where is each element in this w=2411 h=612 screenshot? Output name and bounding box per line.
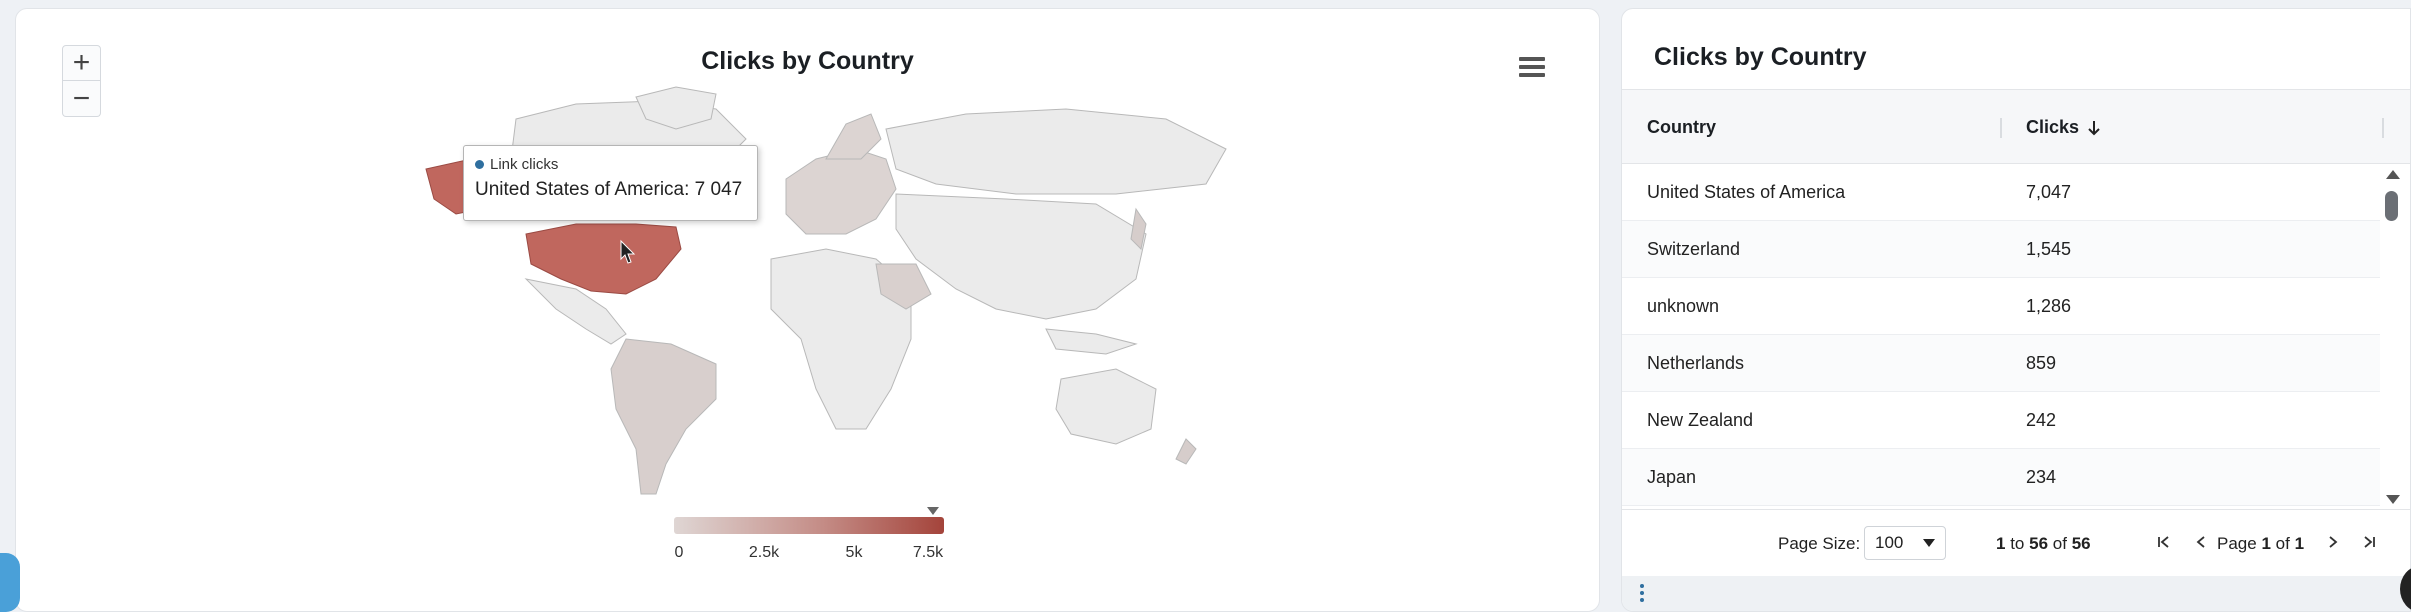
legend-marker-icon (927, 507, 939, 515)
cell-clicks: 1,545 (2026, 239, 2072, 259)
table-header: Country Clicks (1622, 89, 2410, 164)
page-size-label: Page Size: (1778, 534, 1861, 553)
cell-country: Japan (1647, 467, 1697, 487)
scroll-thumb[interactable] (2385, 191, 2398, 221)
tooltip-value: United States of America: 7 047 (475, 179, 743, 200)
cell-clicks: 7,047 (2026, 182, 2072, 202)
last-page-icon (2364, 536, 2375, 548)
table-row[interactable]: New Zealand 242 (1622, 392, 2380, 449)
map-region-scandinavia (825, 113, 882, 160)
map-region-asia (895, 193, 1147, 320)
map-panel: Clicks by Country + − Link clicks United… (15, 8, 1600, 612)
cell-country: Netherlands (1647, 353, 1745, 373)
table-actions-bar (1622, 576, 2410, 611)
column-header-clicks[interactable]: Clicks (2026, 117, 2101, 138)
table-body: United States of America 7,047 Switzerla… (1622, 164, 2380, 506)
legend-tick: 7.5k (912, 544, 944, 561)
map-region-europe (785, 148, 897, 235)
scroll-down-icon[interactable] (2386, 495, 2400, 504)
cell-country: Switzerland (1647, 239, 1741, 259)
table-row[interactable]: Japan 234 (1622, 449, 2380, 506)
table-row[interactable]: United States of America 7,047 (1622, 164, 2380, 221)
first-page-icon (2158, 536, 2169, 548)
page-size-value: 100 (1875, 533, 1904, 552)
table-panel: Clicks by Country Country Clicks United … (1621, 8, 2411, 612)
map-region-russia (885, 108, 1227, 195)
pagination-bar: Page Size: 100 1 to 56 of 56 Page 1 of 1 (1622, 509, 2410, 576)
cell-country: unknown (1647, 296, 1720, 316)
table-row[interactable]: unknown 1,286 (1622, 278, 2380, 335)
previous-page-button[interactable] (2187, 528, 2215, 556)
map-region-indonesia (1045, 328, 1138, 355)
series-dot-icon (475, 160, 484, 169)
caret-down-icon (1923, 539, 1935, 547)
scroll-up-icon[interactable] (2386, 170, 2400, 179)
arrow-down-icon (2088, 120, 2100, 135)
map-tooltip: Link clicks United States of America: 7 … (463, 145, 758, 221)
color-legend-bar (674, 517, 944, 534)
chevron-right-icon (2329, 536, 2338, 548)
cell-clicks: 1,286 (2026, 296, 2072, 316)
cell-country: United States of America (1647, 182, 1846, 202)
legend-tick: 0 (674, 544, 684, 561)
first-page-button[interactable] (2150, 528, 2178, 556)
legend-tick: 2.5k (748, 544, 780, 561)
table-title: Clicks by Country (1654, 43, 1867, 71)
legend-tick: 5k (845, 544, 863, 561)
page-indicator: Page 1 of 1 (2217, 534, 2305, 553)
chevron-left-icon (2196, 536, 2205, 548)
cell-clicks: 242 (2026, 410, 2057, 430)
cell-country: New Zealand (1647, 410, 1754, 430)
column-resize-handle[interactable] (2000, 118, 2002, 138)
table-row[interactable]: Netherlands 859 (1622, 335, 2380, 392)
next-page-button[interactable] (2319, 528, 2347, 556)
cell-clicks: 859 (2026, 353, 2057, 373)
row-range: 1 to 56 of 56 (1996, 534, 2091, 553)
column-header-country[interactable]: Country (1647, 117, 1716, 138)
map-region-new-zealand (1175, 438, 1197, 465)
table-row[interactable]: Switzerland 1,545 (1622, 221, 2380, 278)
column-resize-handle[interactable] (2382, 118, 2384, 138)
vertical-scrollbar[interactable] (2382, 164, 2402, 509)
cell-clicks: 234 (2026, 467, 2057, 487)
side-panel-handle[interactable] (0, 553, 20, 612)
tooltip-series-name: Link clicks (490, 156, 559, 173)
last-page-button[interactable] (2355, 528, 2383, 556)
more-options-icon[interactable] (1640, 584, 1646, 605)
map-region-south-america (610, 338, 717, 495)
map-region-australia (1055, 368, 1157, 445)
page-size-select[interactable]: 100 (1864, 526, 1946, 560)
